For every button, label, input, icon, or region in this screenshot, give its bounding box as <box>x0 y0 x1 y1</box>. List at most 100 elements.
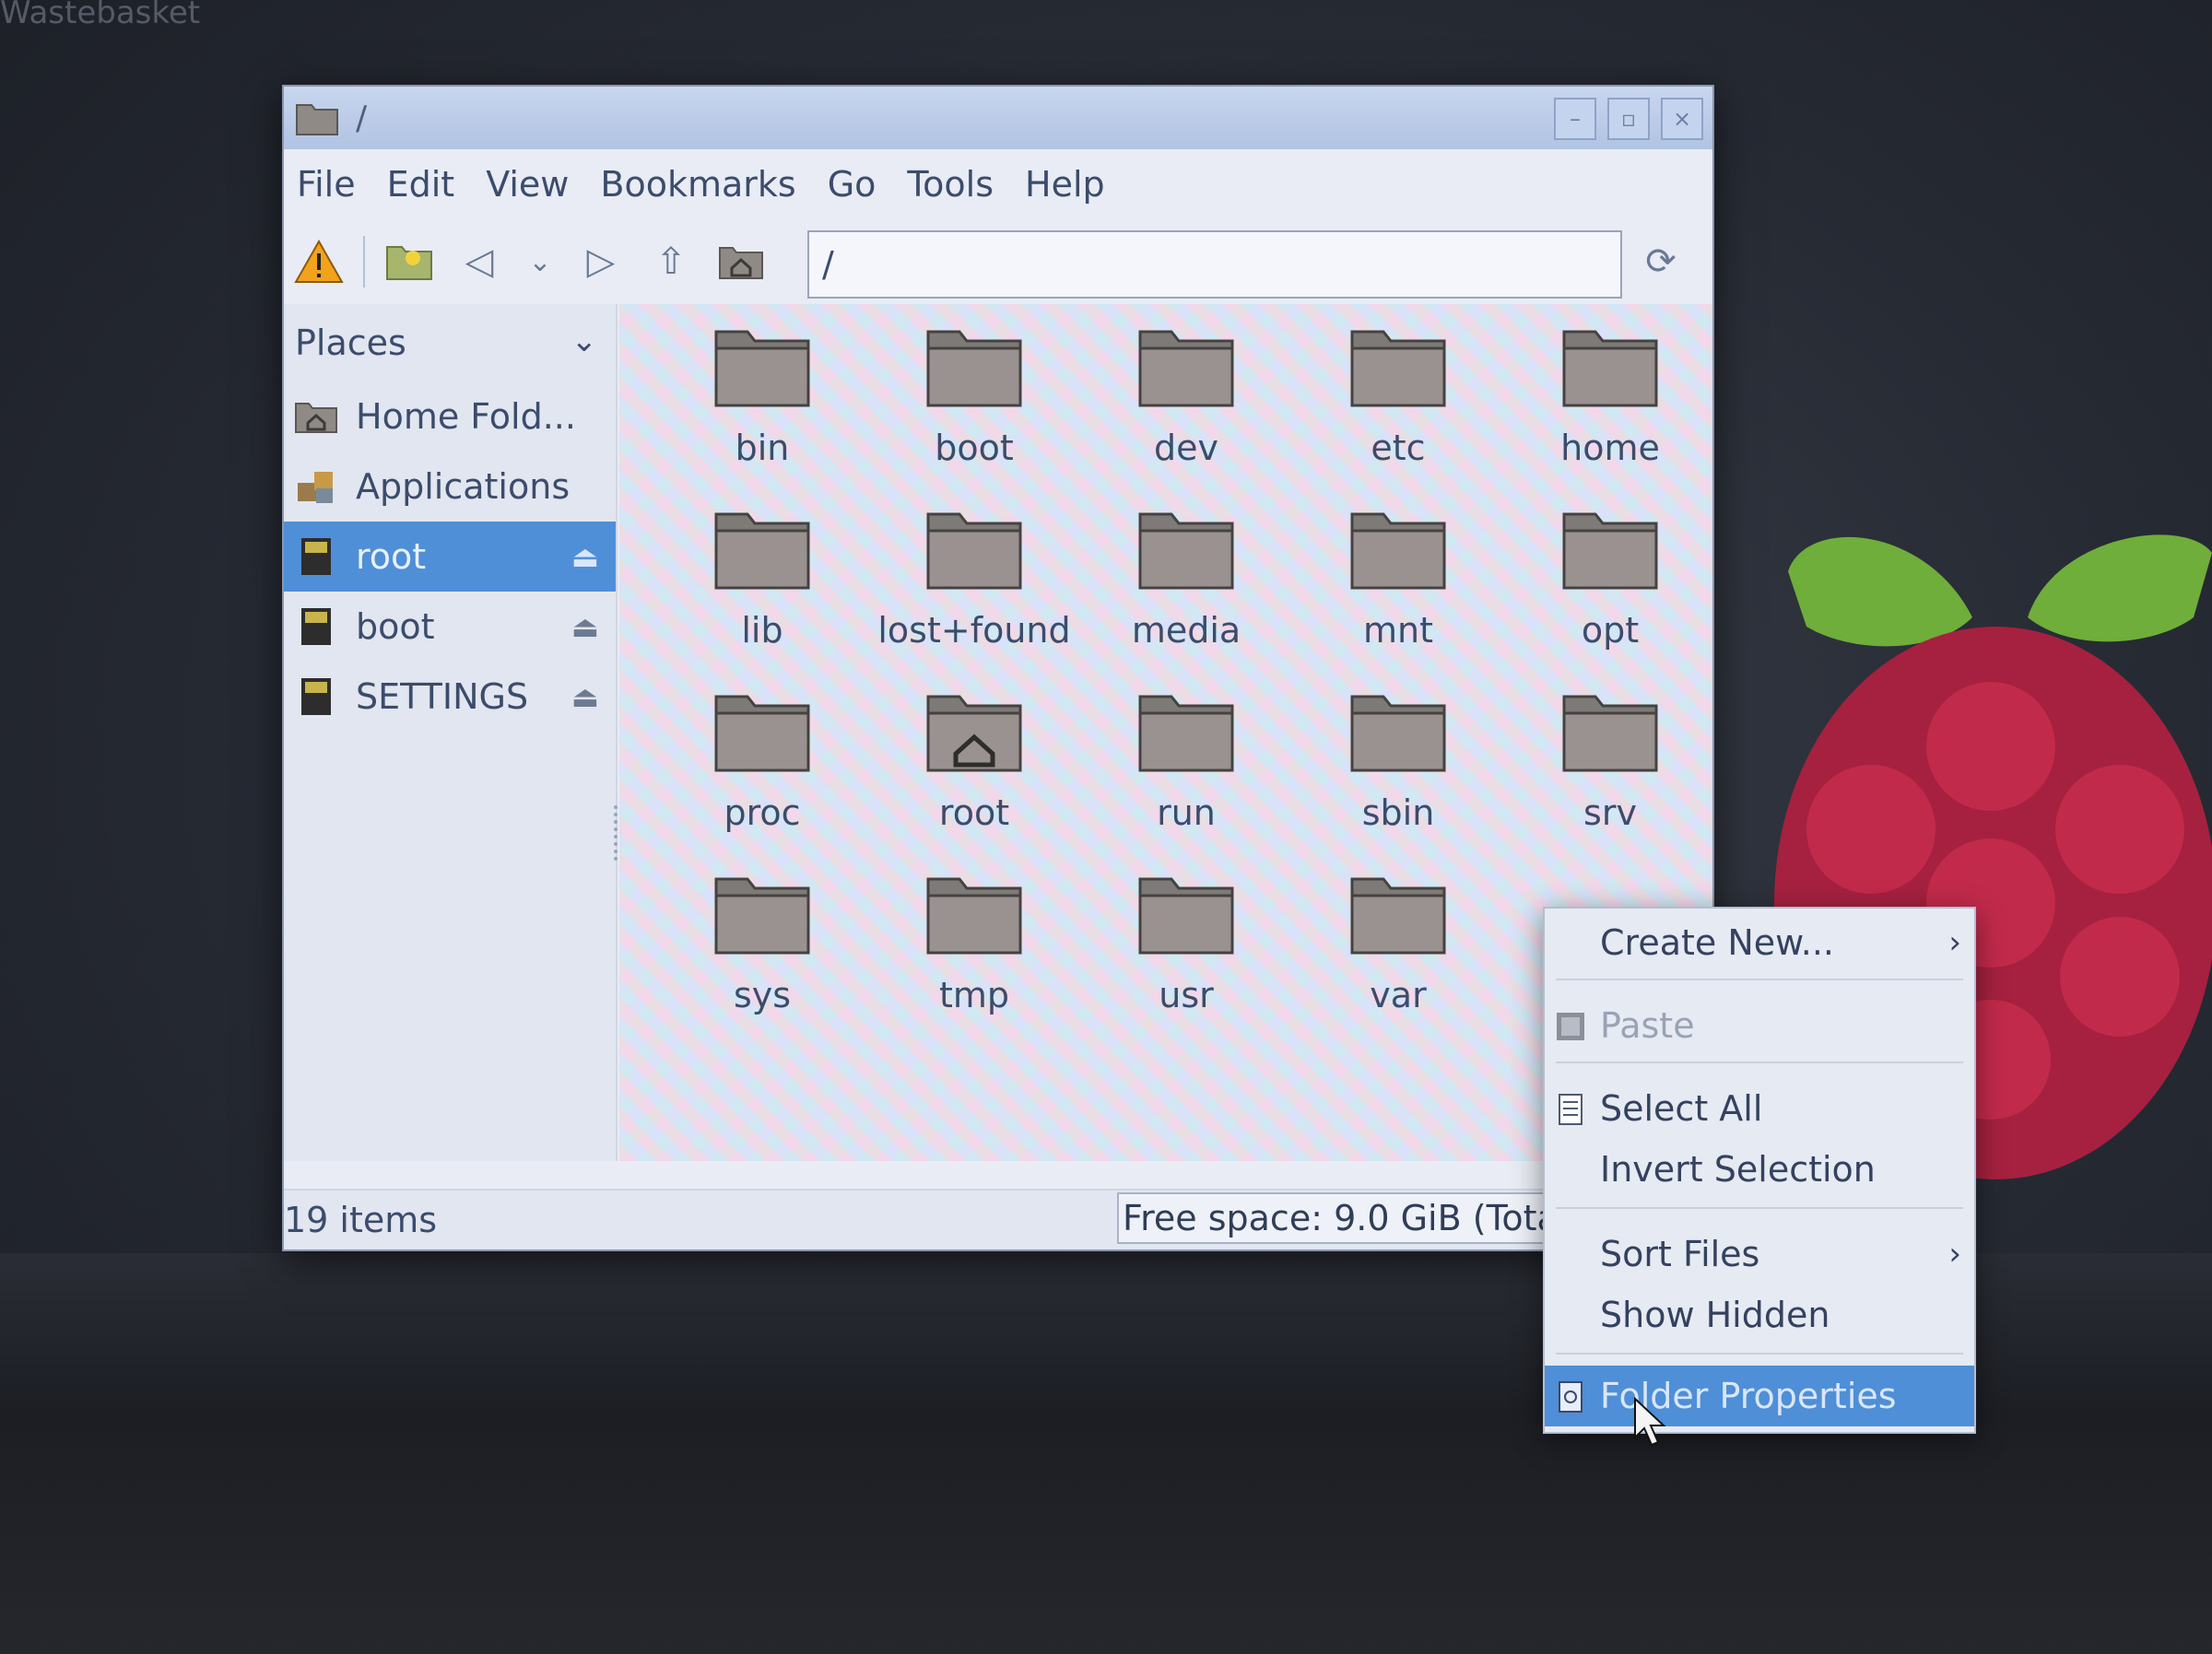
close-button[interactable]: × <box>1661 98 1703 140</box>
eject-icon[interactable]: ⏏ <box>571 609 599 644</box>
folder-icon <box>926 512 1022 590</box>
menu-item-sort-files[interactable]: Sort Files › <box>1545 1224 1974 1284</box>
chevron-down-icon[interactable]: ⌄ <box>571 323 598 359</box>
file-item[interactable]: sbin <box>1292 687 1504 870</box>
folder-icon <box>714 330 810 407</box>
invert-selection-label: Invert Selection <box>1600 1149 1876 1190</box>
file-name: run <box>1157 792 1216 833</box>
file-item[interactable]: home <box>1504 323 1716 505</box>
warning-icon[interactable] <box>293 236 345 287</box>
file-item[interactable]: lib <box>656 505 868 687</box>
item-count: 19 items <box>284 1200 438 1240</box>
menu-item-show-hidden[interactable]: Show Hidden <box>1545 1284 1974 1345</box>
menu-item-select-all[interactable]: Select All <box>1545 1078 1974 1139</box>
history-chevron-down-icon[interactable]: ⌄ <box>524 236 557 287</box>
title-bar[interactable]: / – ▫ × <box>284 87 1712 149</box>
menu-separator <box>1556 1062 1963 1063</box>
folder-icon <box>714 695 810 772</box>
window-title: / <box>356 99 368 137</box>
file-item[interactable]: dev <box>1080 323 1292 505</box>
file-item[interactable]: media <box>1080 505 1292 687</box>
path-input[interactable]: / <box>807 230 1622 299</box>
file-name: srv <box>1583 792 1637 833</box>
folder-icon <box>1138 512 1234 590</box>
file-item[interactable]: mnt <box>1292 505 1504 687</box>
minimize-button[interactable]: – <box>1554 98 1596 140</box>
menu-help[interactable]: Help <box>1025 164 1105 205</box>
menu-item-paste[interactable]: Paste <box>1545 995 1974 1056</box>
home-icon[interactable] <box>715 236 767 287</box>
properties-icon <box>1559 1381 1583 1413</box>
file-name: mnt <box>1363 610 1433 651</box>
go-icon[interactable]: ⟳ <box>1635 236 1687 287</box>
menu-item-folder-properties[interactable]: Folder Properties <box>1545 1366 1974 1426</box>
file-item[interactable]: boot <box>868 323 1080 505</box>
sidebar-item-boot[interactable]: boot ⏏ <box>284 592 616 662</box>
folder-icon <box>1350 695 1446 772</box>
folder-icon <box>1138 330 1234 407</box>
folder-icon <box>1562 512 1658 590</box>
file-item[interactable]: run <box>1080 687 1292 870</box>
eject-icon[interactable]: ⏏ <box>571 539 599 574</box>
file-item[interactable]: var <box>1292 870 1504 1052</box>
file-item[interactable]: proc <box>656 687 868 870</box>
file-name: dev <box>1154 428 1218 468</box>
file-name: opt <box>1581 610 1640 651</box>
drive-icon <box>293 605 339 648</box>
file-name: media <box>1131 610 1241 651</box>
wastebasket-label[interactable]: Wastebasket <box>0 0 200 31</box>
menu-go[interactable]: Go <box>828 164 877 205</box>
file-name: proc <box>724 792 801 833</box>
menu-file[interactable]: File <box>297 164 356 205</box>
forward-icon[interactable]: ▷ <box>575 236 627 287</box>
file-item[interactable]: sys <box>656 870 868 1052</box>
menu-separator <box>1556 1353 1963 1355</box>
menu-edit[interactable]: Edit <box>387 164 455 205</box>
new-tab-icon[interactable] <box>383 236 435 287</box>
file-name: lib <box>741 610 783 651</box>
applications-icon <box>293 465 339 508</box>
file-item[interactable]: srv <box>1504 687 1716 870</box>
file-name: lost+found <box>877 610 1071 651</box>
folder-icon <box>296 104 338 135</box>
back-icon[interactable]: ◁ <box>453 236 505 287</box>
sidebar-item-applications[interactable]: Applications <box>284 452 616 522</box>
folder-icon <box>926 877 1022 955</box>
menu-tools[interactable]: Tools <box>907 164 994 205</box>
folder-icon <box>1138 695 1234 772</box>
file-item[interactable]: opt <box>1504 505 1716 687</box>
sidebar-item-root[interactable]: root ⏏ <box>284 522 616 592</box>
file-item[interactable]: root <box>868 687 1080 870</box>
select-all-label: Select All <box>1600 1088 1763 1129</box>
drive-icon <box>293 675 339 718</box>
places-header[interactable]: Places ⌄ <box>284 304 616 381</box>
menu-bookmarks[interactable]: Bookmarks <box>600 164 795 205</box>
chevron-right-icon: › <box>1948 924 1961 961</box>
folder-icon <box>926 330 1022 407</box>
sidebar-item-label: SETTINGS <box>356 676 529 717</box>
file-item[interactable]: bin <box>656 323 868 505</box>
folder-icon <box>714 512 810 590</box>
file-item[interactable]: usr <box>1080 870 1292 1052</box>
folder-icon <box>1562 695 1658 772</box>
home-folder-icon <box>926 695 1022 772</box>
up-icon[interactable]: ⇧ <box>645 236 697 287</box>
menu-separator <box>1556 1207 1963 1209</box>
menu-item-create-new[interactable]: Create New... › <box>1545 912 1974 973</box>
maximize-button[interactable]: ▫ <box>1607 98 1650 140</box>
drive-icon <box>293 535 339 578</box>
file-item[interactable]: lost+found <box>868 505 1080 687</box>
menu-view[interactable]: View <box>486 164 569 205</box>
show-hidden-label: Show Hidden <box>1600 1295 1830 1335</box>
file-item[interactable]: etc <box>1292 323 1504 505</box>
eject-icon[interactable]: ⏏ <box>571 679 599 714</box>
menu-item-invert-selection[interactable]: Invert Selection <box>1545 1139 1974 1200</box>
file-name: root <box>938 792 1010 833</box>
file-name: boot <box>935 428 1014 468</box>
sidebar-item-home[interactable]: Home Fold... <box>284 381 616 452</box>
sidebar-item-settings[interactable]: SETTINGS ⏏ <box>284 662 616 732</box>
file-item[interactable]: tmp <box>868 870 1080 1052</box>
paste-icon <box>1557 1013 1584 1040</box>
create-new-label: Create New... <box>1600 922 1834 963</box>
file-name: sys <box>733 975 792 1015</box>
